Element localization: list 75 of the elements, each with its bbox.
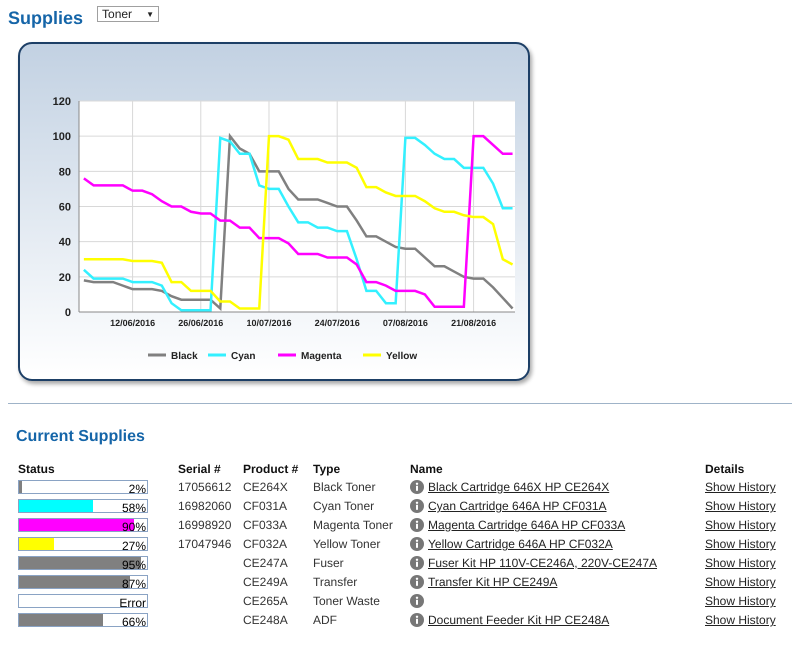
type-cell-text: Fuser xyxy=(313,555,345,571)
supply-name-link[interactable]: Document Feeder Kit HP CE248A xyxy=(428,613,610,627)
supply-name-link[interactable]: Magenta Cartridge 646A HP CF033A xyxy=(428,518,626,532)
y-tick-label: 20 xyxy=(58,272,71,284)
supply-name-link[interactable]: Transfer Kit HP CE249A xyxy=(428,575,558,589)
x-tick-label: 26/06/2016 xyxy=(178,318,224,328)
type-cell-text: Magenta Toner xyxy=(313,517,394,533)
show-history-link[interactable]: Show History xyxy=(705,499,776,513)
info-icon[interactable] xyxy=(410,499,424,513)
status-text: Error xyxy=(119,596,146,610)
column-header: Details xyxy=(705,462,746,476)
info-icon[interactable] xyxy=(410,575,424,589)
supply-name-link[interactable]: Black Cartridge 646X HP CE264X xyxy=(428,480,610,494)
status-text: 66% xyxy=(122,615,146,629)
x-tick-label: 24/07/2016 xyxy=(314,318,360,328)
info-icon[interactable] xyxy=(410,537,424,551)
legend-label: Black xyxy=(171,351,198,362)
column-header: Serial # xyxy=(178,462,222,476)
y-tick-label: 100 xyxy=(52,131,71,144)
supply-name-link[interactable]: Yellow Cartridge 646A HP CF032A xyxy=(428,537,613,551)
info-icon[interactable] xyxy=(410,480,424,494)
show-history-link[interactable]: Show History xyxy=(705,556,776,570)
show-history-link[interactable]: Show History xyxy=(705,480,776,494)
serial-cell-text: 17047946 xyxy=(178,536,232,552)
product-cell-text: CE264X xyxy=(243,479,289,495)
info-icon[interactable] xyxy=(410,556,424,570)
column-header: Product # xyxy=(243,462,300,476)
status-text: 87% xyxy=(122,577,146,591)
y-tick-label: 120 xyxy=(52,96,71,108)
supply-name-link[interactable]: Cyan Cartridge 646A HP CF031A xyxy=(428,499,607,513)
y-tick-label: 60 xyxy=(58,202,71,214)
show-history-link[interactable]: Show History xyxy=(705,518,776,532)
status-text: 27% xyxy=(122,539,146,553)
serial-cell-text: 16998920 xyxy=(178,517,232,533)
show-history-link[interactable]: Show History xyxy=(705,594,776,608)
info-icon[interactable] xyxy=(410,594,424,608)
column-header: Status xyxy=(18,462,56,476)
type-cell-text: Black Toner xyxy=(313,479,376,495)
type-cell-text: ADF xyxy=(313,612,338,628)
supply-name-link[interactable]: Fuser Kit HP 110V-CE246A, 220V-CE247A xyxy=(428,556,658,570)
type-cell-text: Yellow Toner xyxy=(313,536,382,552)
supply-type-dropdown[interactable]: Toner ▼ xyxy=(97,6,160,22)
info-icon[interactable] xyxy=(410,613,424,627)
type-cell-text: Toner Waste xyxy=(313,593,381,609)
type-cell-text: Cyan Toner xyxy=(313,498,376,514)
show-history-link[interactable]: Show History xyxy=(705,613,776,627)
page-title: Supplies xyxy=(8,8,84,28)
x-tick-label: 10/07/2016 xyxy=(246,318,292,328)
y-tick-label: 80 xyxy=(58,166,71,178)
y-tick-label: 40 xyxy=(58,236,71,249)
y-tick-label: 0 xyxy=(64,307,71,319)
info-icon[interactable] xyxy=(410,518,424,532)
serial-cell-text: 17056612 xyxy=(178,479,232,495)
show-history-link[interactable]: Show History xyxy=(705,575,776,589)
product-cell-text: CE247A xyxy=(243,555,289,571)
column-header: Type xyxy=(313,462,342,476)
column-header: Name xyxy=(410,462,444,476)
type-cell-text: Transfer xyxy=(313,574,358,590)
legend-label: Cyan xyxy=(231,351,256,362)
product-cell-text: CE248A xyxy=(243,612,289,628)
legend-label: Yellow xyxy=(386,351,418,362)
product-cell-text: CF031A xyxy=(243,498,288,514)
product-cell-text: CE249A xyxy=(243,574,289,590)
product-cell-text: CF032A xyxy=(243,536,288,552)
status-text: 2% xyxy=(128,482,146,496)
section-title: Current Supplies xyxy=(16,428,146,446)
x-tick-label: 12/06/2016 xyxy=(110,318,156,328)
x-tick-label: 07/08/2016 xyxy=(382,318,428,328)
status-text: 58% xyxy=(122,501,146,515)
x-tick-label: 21/08/2016 xyxy=(451,318,496,328)
legend-label: Magenta xyxy=(301,351,342,362)
product-cell-text: CE265A xyxy=(243,593,289,609)
show-history-link[interactable]: Show History xyxy=(705,537,776,551)
product-cell-text: CF033A xyxy=(243,517,288,533)
serial-cell-text: 16982060 xyxy=(178,498,232,514)
